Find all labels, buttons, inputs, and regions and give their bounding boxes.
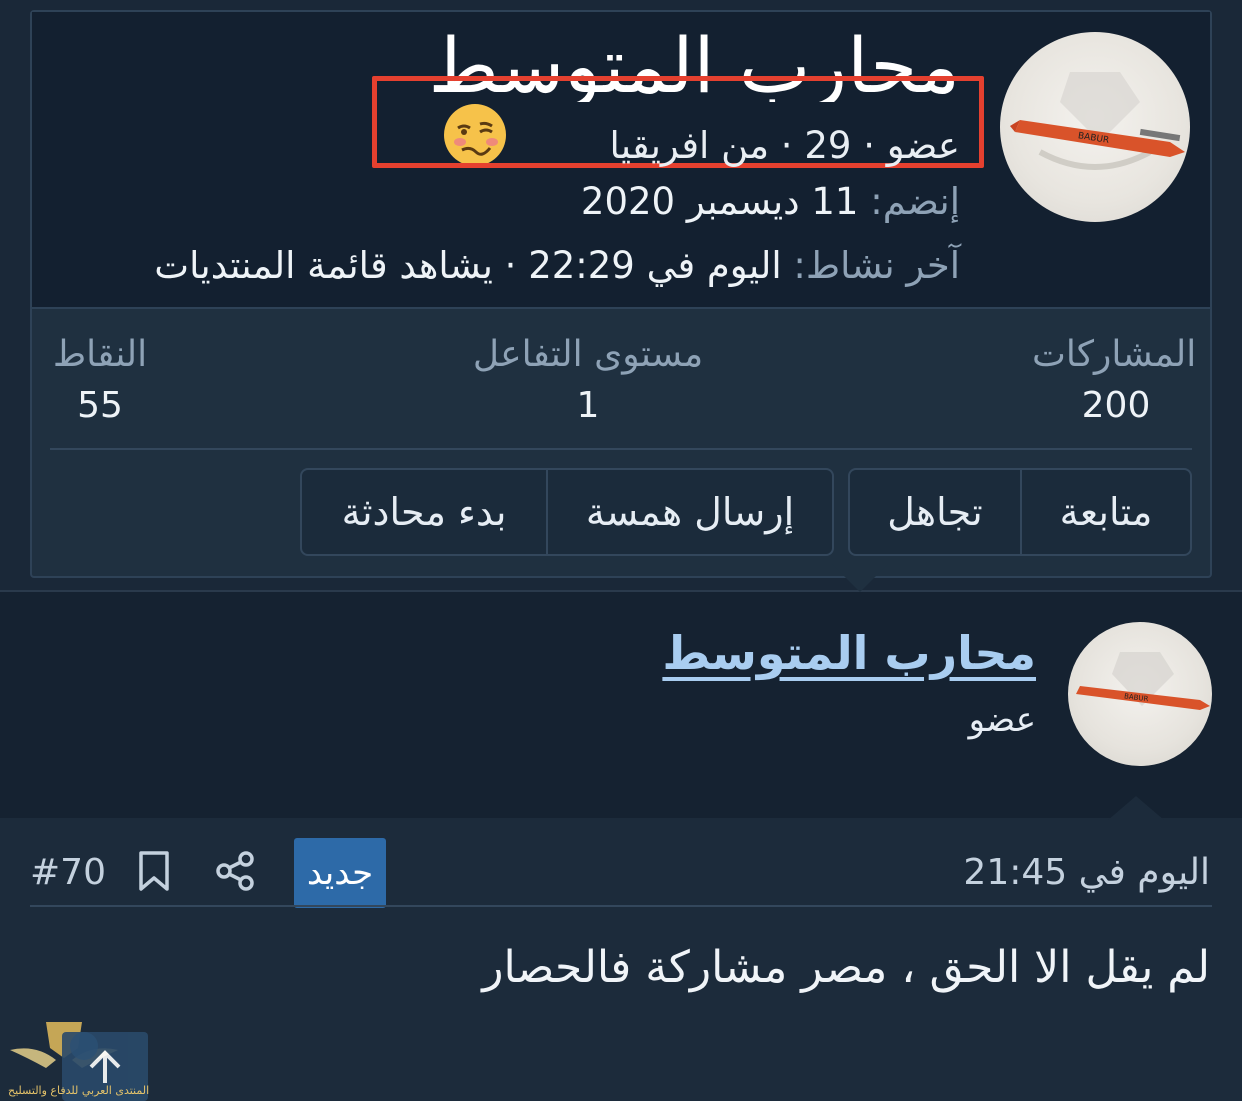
member-section: [0, 592, 1242, 818]
bookmark-icon[interactable]: [136, 850, 172, 892]
missile-avatar-image: BABUR: [1010, 72, 1185, 170]
post-number[interactable]: #70: [30, 852, 106, 893]
message-group: بدء محادثة إرسال همسة: [300, 468, 834, 556]
share-icon[interactable]: [214, 850, 256, 892]
arrow-up-icon: [89, 1049, 121, 1083]
active-value: اليوم في 22:29 · يشاهد قائمة المنتديات: [154, 244, 782, 287]
stat-label: المشاركات: [1032, 334, 1197, 375]
stats-divider: [50, 448, 1192, 450]
new-badge: جديد: [294, 838, 386, 908]
stat-label: مستوى التفاعل: [472, 334, 704, 375]
post-header-divider: [30, 905, 1212, 907]
member-avatar[interactable]: BABUR: [1068, 622, 1212, 766]
stat-reaction-score[interactable]: مستوى التفاعل 1: [458, 334, 718, 426]
ignore-button[interactable]: تجاهل: [850, 470, 1020, 554]
svg-text:BABUR: BABUR: [1124, 692, 1149, 703]
stat-value: 55: [77, 385, 123, 426]
post-date[interactable]: اليوم في 21:45: [963, 852, 1210, 893]
post-notch: [1108, 796, 1164, 820]
tooltip-arrow: [832, 564, 888, 592]
member-user-title: عضو: [968, 700, 1036, 740]
member-joined: إنضم: 11 ديسمبر 2020: [581, 180, 960, 223]
member-meta-line: عضو · 29 · من افريقيا: [609, 124, 960, 167]
start-conversation-button[interactable]: بدء محادثة: [302, 470, 546, 554]
stat-points[interactable]: النقاط 55: [50, 334, 150, 426]
member-avatar-large[interactable]: BABUR: [1000, 32, 1190, 222]
joined-label: إنضم:: [870, 180, 960, 223]
member-username-link[interactable]: محارب المتوسط: [662, 626, 1036, 680]
member-last-activity: آخر نشاط: اليوم في 22:29 · يشاهد قائمة ا…: [154, 244, 960, 287]
post-message-text: لم يقل الا الحق ، مصر مشاركة فالحصار: [482, 942, 1210, 993]
active-label: آخر نشاط:: [793, 244, 960, 287]
send-whisper-button[interactable]: إرسال همسة: [546, 470, 832, 554]
stat-value: 200: [1081, 385, 1151, 426]
member-tooltip-card: BABUR محارب المتوسط عضو · 29 · من افريقي…: [30, 10, 1212, 578]
stat-value: 1: [576, 385, 600, 426]
follow-button[interactable]: متابعة: [1020, 470, 1190, 554]
follow-ignore-group: تجاهل متابعة: [848, 468, 1192, 556]
watermark-text: المنتدى العربي للدفاع والتسليح: [8, 1084, 150, 1097]
stat-label: النقاط: [52, 334, 148, 375]
missile-avatar-image: BABUR: [1076, 652, 1210, 710]
joined-value: 11 ديسمبر 2020: [580, 180, 859, 223]
stat-messages[interactable]: المشاركات 200: [1032, 334, 1197, 426]
